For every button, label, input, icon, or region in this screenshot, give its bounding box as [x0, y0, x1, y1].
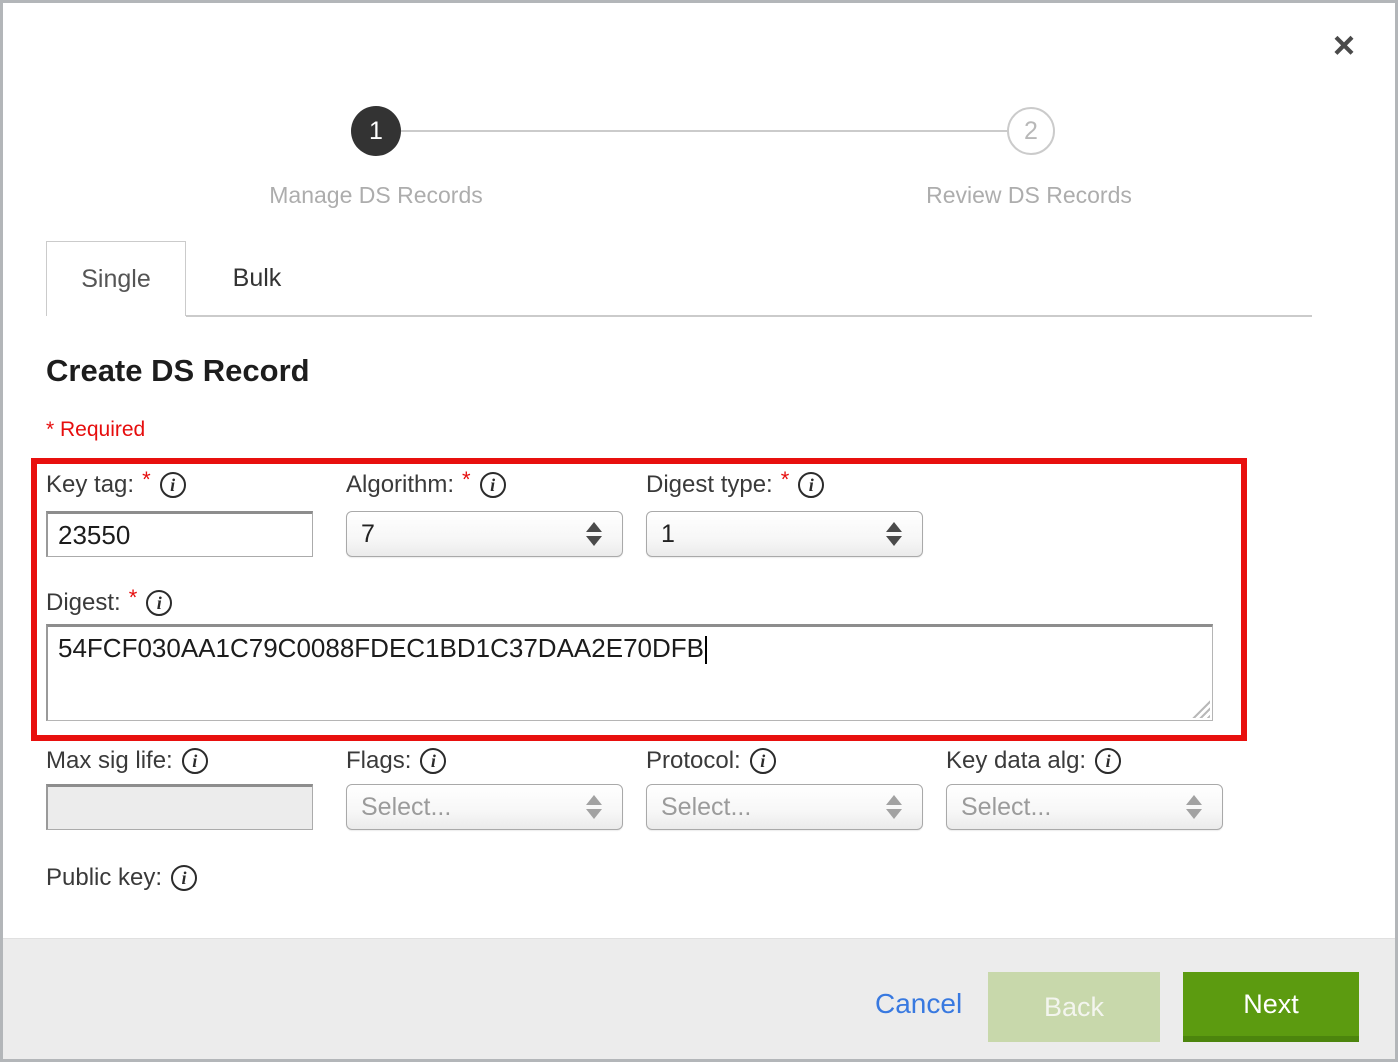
algorithm-label: Algorithm: * i — [346, 469, 506, 501]
tab-single[interactable]: Single — [46, 241, 186, 316]
digest-type-label-text: Digest type: — [646, 471, 773, 499]
cancel-link[interactable]: Cancel — [875, 988, 962, 1020]
protocol-label: Protocol: i — [646, 745, 776, 777]
key-data-alg-select-value: Select... — [961, 793, 1186, 822]
digest-type-select[interactable]: 1 — [646, 511, 923, 557]
info-icon[interactable]: i — [1095, 748, 1121, 774]
algorithm-label-text: Algorithm: — [346, 471, 454, 499]
required-asterisk: * — [462, 467, 471, 493]
flags-label-text: Flags: — [346, 747, 411, 775]
select-arrows-icon — [586, 522, 602, 546]
select-arrows-icon — [886, 522, 902, 546]
key-data-alg-label: Key data alg: i — [946, 745, 1121, 777]
key-tag-label-text: Key tag: — [46, 471, 134, 499]
flags-select[interactable]: Select... — [346, 784, 623, 830]
stepper-step-2-circle: 2 — [1007, 107, 1055, 155]
required-note: * Required — [46, 418, 145, 442]
next-button[interactable]: Next — [1183, 972, 1359, 1042]
protocol-select[interactable]: Select... — [646, 784, 923, 830]
key-tag-label: Key tag: * i — [46, 469, 186, 501]
key-data-alg-select[interactable]: Select... — [946, 784, 1223, 830]
select-arrows-icon — [1186, 795, 1202, 819]
info-icon[interactable]: i — [420, 748, 446, 774]
info-icon[interactable]: i — [171, 865, 197, 891]
required-asterisk: * — [129, 585, 138, 611]
key-tag-input[interactable] — [46, 511, 313, 557]
protocol-select-value: Select... — [661, 793, 886, 822]
digest-type-label: Digest type: * i — [646, 469, 824, 501]
info-icon[interactable]: i — [798, 472, 824, 498]
required-asterisk: * — [781, 467, 790, 493]
page-title: Create DS Record — [46, 353, 310, 389]
public-key-label-text: Public key: — [46, 864, 162, 892]
max-sig-life-input[interactable] — [46, 784, 313, 830]
flags-label: Flags: i — [346, 745, 446, 777]
protocol-label-text: Protocol: — [646, 747, 741, 775]
back-button[interactable]: Back — [988, 972, 1160, 1042]
stepper-connector — [401, 130, 1009, 132]
stepper-step-1-circle: 1 — [351, 106, 401, 156]
flags-select-value: Select... — [361, 793, 586, 822]
digest-value: 54FCF030AA1C79C0088FDEC1BD1C37DAA2E70DFB — [58, 633, 704, 663]
public-key-label: Public key: i — [46, 862, 197, 894]
digest-label: Digest: * i — [46, 587, 172, 619]
stepper-step-1-label: Manage DS Records — [166, 182, 586, 209]
tabs-divider — [186, 315, 1312, 317]
max-sig-life-label-text: Max sig life: — [46, 747, 173, 775]
info-icon[interactable]: i — [160, 472, 186, 498]
info-icon[interactable]: i — [480, 472, 506, 498]
stepper-step-2-label: Review DS Records — [819, 182, 1239, 209]
digest-type-select-value: 1 — [661, 520, 886, 549]
close-icon[interactable]: × — [1323, 25, 1365, 67]
max-sig-life-label: Max sig life: i — [46, 745, 208, 777]
select-arrows-icon — [886, 795, 902, 819]
info-icon[interactable]: i — [182, 748, 208, 774]
info-icon[interactable]: i — [750, 748, 776, 774]
text-caret — [705, 636, 707, 664]
digest-label-text: Digest: — [46, 589, 121, 617]
info-icon[interactable]: i — [146, 590, 172, 616]
algorithm-select-value: 7 — [361, 520, 586, 549]
create-ds-record-modal: × 1 2 Manage DS Records Review DS Record… — [0, 0, 1398, 1062]
resize-handle-icon[interactable] — [1192, 700, 1210, 718]
required-asterisk: * — [142, 467, 151, 493]
tab-bulk[interactable]: Bulk — [187, 241, 327, 316]
select-arrows-icon — [586, 795, 602, 819]
key-data-alg-label-text: Key data alg: — [946, 747, 1086, 775]
algorithm-select[interactable]: 7 — [346, 511, 623, 557]
digest-textarea[interactable]: 54FCF030AA1C79C0088FDEC1BD1C37DAA2E70DFB — [46, 624, 1213, 721]
